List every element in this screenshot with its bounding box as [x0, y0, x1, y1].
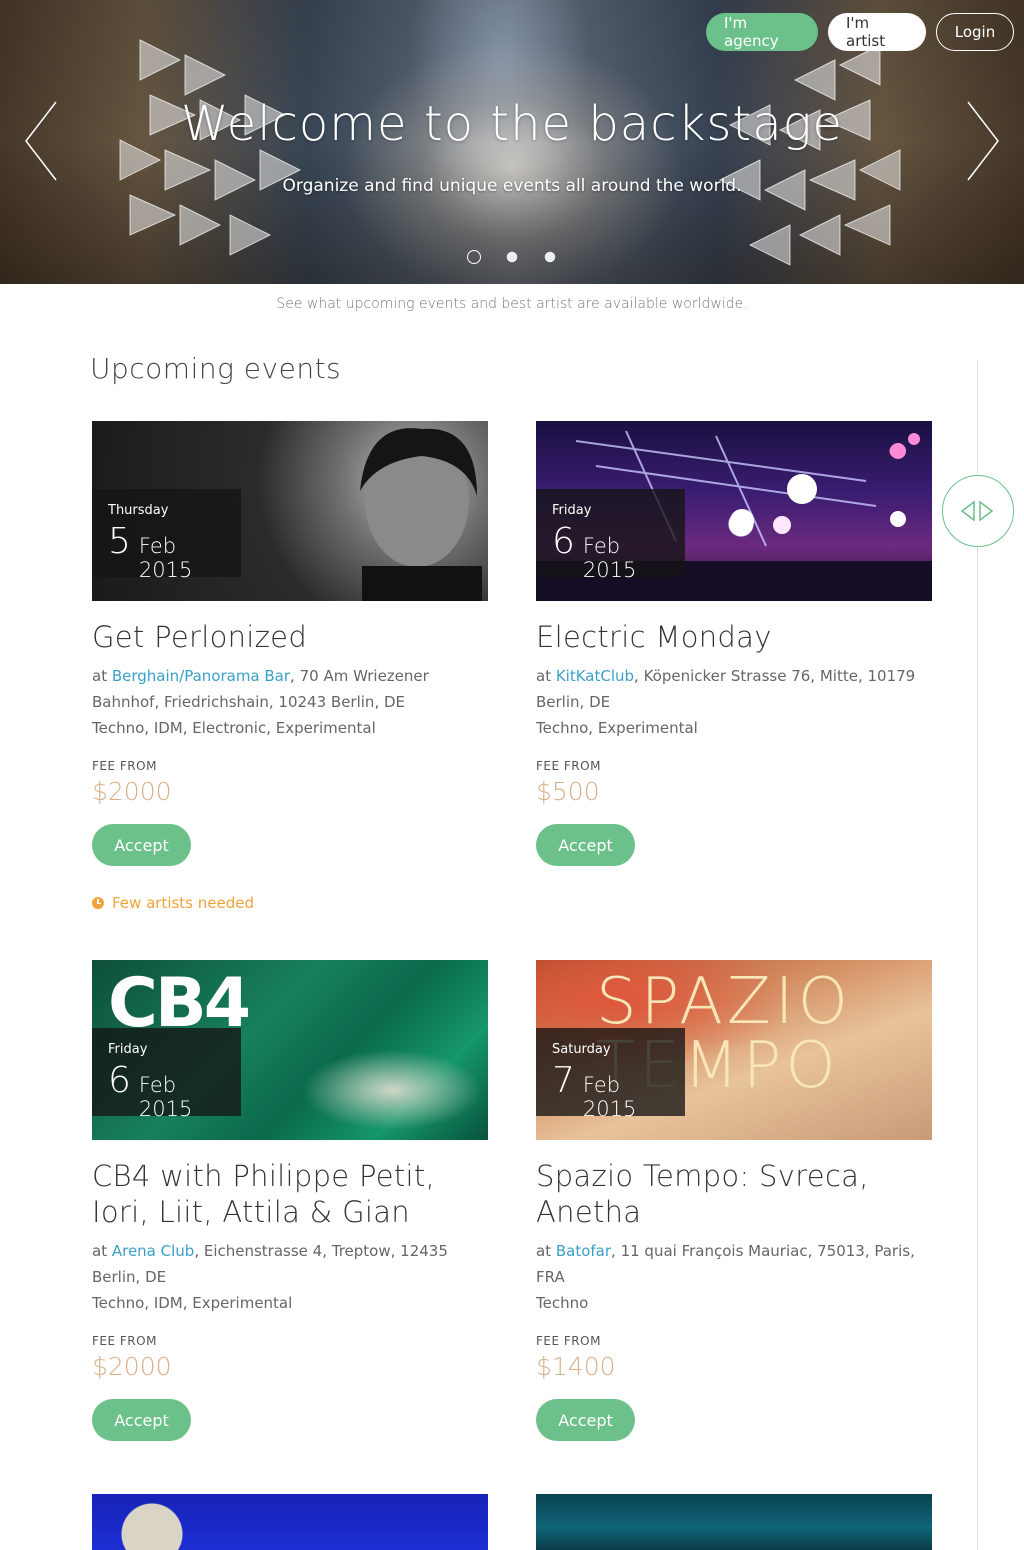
- venue-prefix: at: [536, 1242, 556, 1260]
- event-month-year: Feb 2015: [582, 1073, 637, 1121]
- event-month-year: Feb 2015: [138, 1073, 193, 1121]
- hero-subtitle: Organize and find unique events all arou…: [282, 176, 742, 196]
- sidebar-toggle-button[interactable]: [942, 475, 1014, 547]
- event-card: SPAZIO TEMPO Saturday 7 Feb 2015 Spazio …: [536, 960, 932, 1441]
- slider-dot-2[interactable]: [506, 251, 518, 263]
- event-month-year: Feb 2015: [582, 534, 637, 582]
- spazio-logo-line-1: SPAZIO: [596, 965, 852, 1039]
- event-genres: Techno: [536, 1294, 589, 1312]
- login-button[interactable]: Login: [936, 13, 1014, 51]
- event-weekday: Saturday: [552, 1042, 611, 1057]
- event-venue: at Berghain/Panorama Bar, 70 Am Wriezene…: [92, 663, 488, 715]
- event-card: Thursday 5 Feb 2015 Get Perlonized at Be…: [92, 421, 488, 912]
- event-date: Thursday 5 Feb 2015: [92, 489, 241, 582]
- venue-prefix: at: [92, 667, 112, 685]
- event-image[interactable]: [92, 1494, 488, 1550]
- notice: Few artists needed: [92, 894, 488, 912]
- fee-label: FEE FROM: [92, 759, 157, 773]
- fee-value: $500: [536, 777, 600, 806]
- event-venue: at Arena Club, Eichenstrasse 4, Treptow,…: [92, 1238, 488, 1290]
- accept-button[interactable]: Accept: [92, 824, 191, 866]
- event-date: Friday 6 Feb 2015: [536, 489, 685, 582]
- hero-title: Welcome to the backstage: [181, 96, 843, 152]
- accept-button[interactable]: Accept: [536, 1399, 635, 1441]
- event-day: 5: [108, 521, 131, 562]
- agency-button[interactable]: I'm agency: [706, 13, 818, 51]
- event-month-year: Feb 2015: [138, 534, 193, 582]
- event-genres: Techno, Experimental: [536, 719, 698, 737]
- event-day: 7: [552, 1060, 575, 1101]
- fee-label: FEE FROM: [536, 1334, 601, 1348]
- event-genres: Techno, IDM, Electronic, Experimental: [92, 719, 376, 737]
- venue-link[interactable]: Batofar: [556, 1242, 611, 1260]
- event-image[interactable]: SPAZIO TEMPO Saturday 7 Feb 2015: [536, 960, 932, 1140]
- event-title[interactable]: Electric Monday: [536, 619, 932, 655]
- slider-dot-3[interactable]: [544, 251, 556, 263]
- accept-button[interactable]: Accept: [536, 824, 635, 866]
- tagline: See what upcoming events and best artist…: [276, 296, 748, 312]
- top-nav: I'm agency I'm artist Login: [706, 13, 1014, 51]
- hero-banner: Welcome to the backstage Organize and fi…: [0, 0, 1024, 284]
- event-card: CB4 Friday 6 Feb 2015 CB4 with Philippe …: [92, 960, 488, 1441]
- fee-value: $1400: [536, 1352, 616, 1381]
- event-weekday: Friday: [108, 1042, 148, 1057]
- event-day: 6: [552, 521, 575, 562]
- venue-prefix: at: [92, 1242, 112, 1260]
- event-image[interactable]: Friday 6 Feb 2015: [536, 421, 932, 601]
- fee-value: $2000: [92, 777, 172, 806]
- fee-label: FEE FROM: [536, 759, 601, 773]
- event-image[interactable]: [536, 1494, 932, 1550]
- event-date: Friday 6 Feb 2015: [92, 1028, 241, 1121]
- event-card: Friday 6 Feb 2015 Electric Monday at Kit…: [536, 421, 932, 866]
- venue-link[interactable]: Berghain/Panorama Bar: [112, 667, 290, 685]
- event-weekday: Friday: [552, 503, 592, 518]
- fee-label: FEE FROM: [92, 1334, 157, 1348]
- event-date: Saturday 7 Feb 2015: [536, 1028, 685, 1121]
- slider-dot-1[interactable]: [467, 250, 481, 264]
- event-title[interactable]: Spazio Tempo: Svreca, Anetha: [536, 1158, 932, 1230]
- event-day: 6: [108, 1060, 131, 1101]
- venue-prefix: at: [536, 667, 556, 685]
- event-title[interactable]: CB4 with Philippe Petit, Iori, Liit, Att…: [92, 1158, 488, 1230]
- event-venue: at KitKatClub, Köpenicker Strasse 76, Mi…: [536, 663, 932, 715]
- event-image[interactable]: CB4 Friday 6 Feb 2015: [92, 960, 488, 1140]
- venue-link[interactable]: KitKatClub: [556, 667, 634, 685]
- toggle-arrows-icon: [960, 500, 994, 522]
- event-genres: Techno, IDM, Experimental: [92, 1294, 293, 1312]
- fee-value: $2000: [92, 1352, 172, 1381]
- artist-button[interactable]: I'm artist: [828, 13, 926, 51]
- event-image[interactable]: Thursday 5 Feb 2015: [92, 421, 488, 601]
- accept-button[interactable]: Accept: [92, 1399, 191, 1441]
- venue-link[interactable]: Arena Club: [112, 1242, 194, 1260]
- section-title: Upcoming events: [90, 352, 342, 385]
- notice-text: Few artists needed: [112, 894, 254, 912]
- event-weekday: Thursday: [108, 503, 169, 518]
- slider-dots: [0, 250, 1024, 264]
- event-title[interactable]: Get Perlonized: [92, 619, 488, 655]
- clock-icon: [92, 897, 104, 909]
- event-venue: at Batofar, 11 quai François Mauriac, 75…: [536, 1238, 932, 1290]
